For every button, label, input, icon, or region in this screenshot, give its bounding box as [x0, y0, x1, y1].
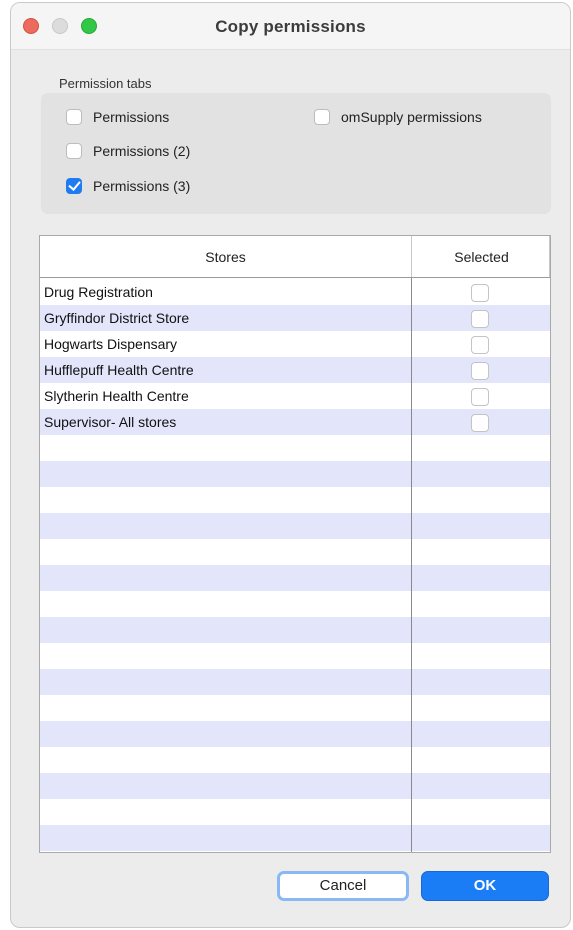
store-name-cell: Supervisor- All stores	[44, 414, 177, 430]
store-name-cell: Hufflepuff Health Centre	[44, 362, 194, 378]
empty-row	[40, 799, 550, 825]
column-divider	[411, 278, 412, 852]
window-title: Copy permissions	[215, 17, 366, 36]
empty-row	[40, 539, 550, 565]
table-row[interactable]: Supervisor- All stores	[40, 409, 550, 435]
stores-table[interactable]: Stores Selected Drug Registration Gryffi…	[39, 235, 551, 853]
selected-column-header[interactable]: Selected	[411, 236, 550, 277]
title-bar: Copy permissions	[11, 3, 570, 50]
table-header: Stores Selected	[40, 236, 550, 278]
table-row[interactable]: Drug Registration	[40, 279, 550, 305]
copy-permissions-window: Copy permissions Permission tabs Permiss…	[10, 2, 571, 928]
table-body: Drug Registration Gryffindor District St…	[40, 279, 550, 852]
table-row[interactable]: Hufflepuff Health Centre	[40, 357, 550, 383]
empty-row	[40, 747, 550, 773]
store-selected-checkbox[interactable]	[471, 336, 489, 354]
permissions-2-checkbox-row[interactable]: Permissions (2)	[66, 143, 190, 159]
empty-row	[40, 721, 550, 747]
empty-row	[40, 591, 550, 617]
store-selected-checkbox[interactable]	[471, 310, 489, 328]
table-row[interactable]: Gryffindor District Store	[40, 305, 550, 331]
cancel-button[interactable]: Cancel	[277, 871, 409, 901]
store-selected-checkbox[interactable]	[471, 388, 489, 406]
store-name-cell: Drug Registration	[44, 284, 153, 300]
omsupply-permissions-checkbox-row[interactable]: omSupply permissions	[314, 109, 482, 125]
store-selected-checkbox[interactable]	[471, 362, 489, 380]
store-selected-checkbox[interactable]	[471, 414, 489, 432]
permissions-2-checkbox[interactable]	[66, 143, 82, 159]
store-selected-checkbox[interactable]	[471, 284, 489, 302]
empty-row	[40, 487, 550, 513]
permissions-checkbox-row[interactable]: Permissions	[66, 109, 169, 125]
empty-row	[40, 513, 550, 539]
store-name-cell: Hogwarts Dispensary	[44, 336, 178, 352]
store-name-cell: Gryffindor District Store	[44, 310, 190, 326]
omsupply-permissions-checkbox[interactable]	[314, 109, 330, 125]
permission-tabs-label: Permission tabs	[59, 76, 152, 91]
ok-button[interactable]: OK	[421, 871, 549, 901]
empty-row	[40, 617, 550, 643]
empty-row	[40, 773, 550, 799]
empty-row	[40, 435, 550, 461]
permissions-2-checkbox-label: Permissions (2)	[93, 143, 191, 159]
omsupply-permissions-checkbox-label: omSupply permissions	[341, 109, 482, 125]
permissions-3-checkbox-label: Permissions (3)	[93, 178, 191, 194]
permissions-checkbox-label: Permissions	[93, 109, 170, 125]
permissions-checkbox[interactable]	[66, 109, 82, 125]
permissions-3-checkbox-row[interactable]: Permissions (3)	[66, 178, 190, 194]
header-edge-divider	[549, 236, 550, 277]
store-name-cell: Slytherin Health Centre	[44, 388, 189, 404]
table-row[interactable]: Slytherin Health Centre	[40, 383, 550, 409]
permissions-3-checkbox[interactable]	[66, 178, 82, 194]
empty-row	[40, 695, 550, 721]
empty-row	[40, 565, 550, 591]
empty-row	[40, 643, 550, 669]
stores-column-header[interactable]: Stores	[40, 236, 411, 277]
empty-row	[40, 825, 550, 851]
empty-row	[40, 461, 550, 487]
empty-row	[40, 669, 550, 695]
table-row[interactable]: Hogwarts Dispensary	[40, 331, 550, 357]
